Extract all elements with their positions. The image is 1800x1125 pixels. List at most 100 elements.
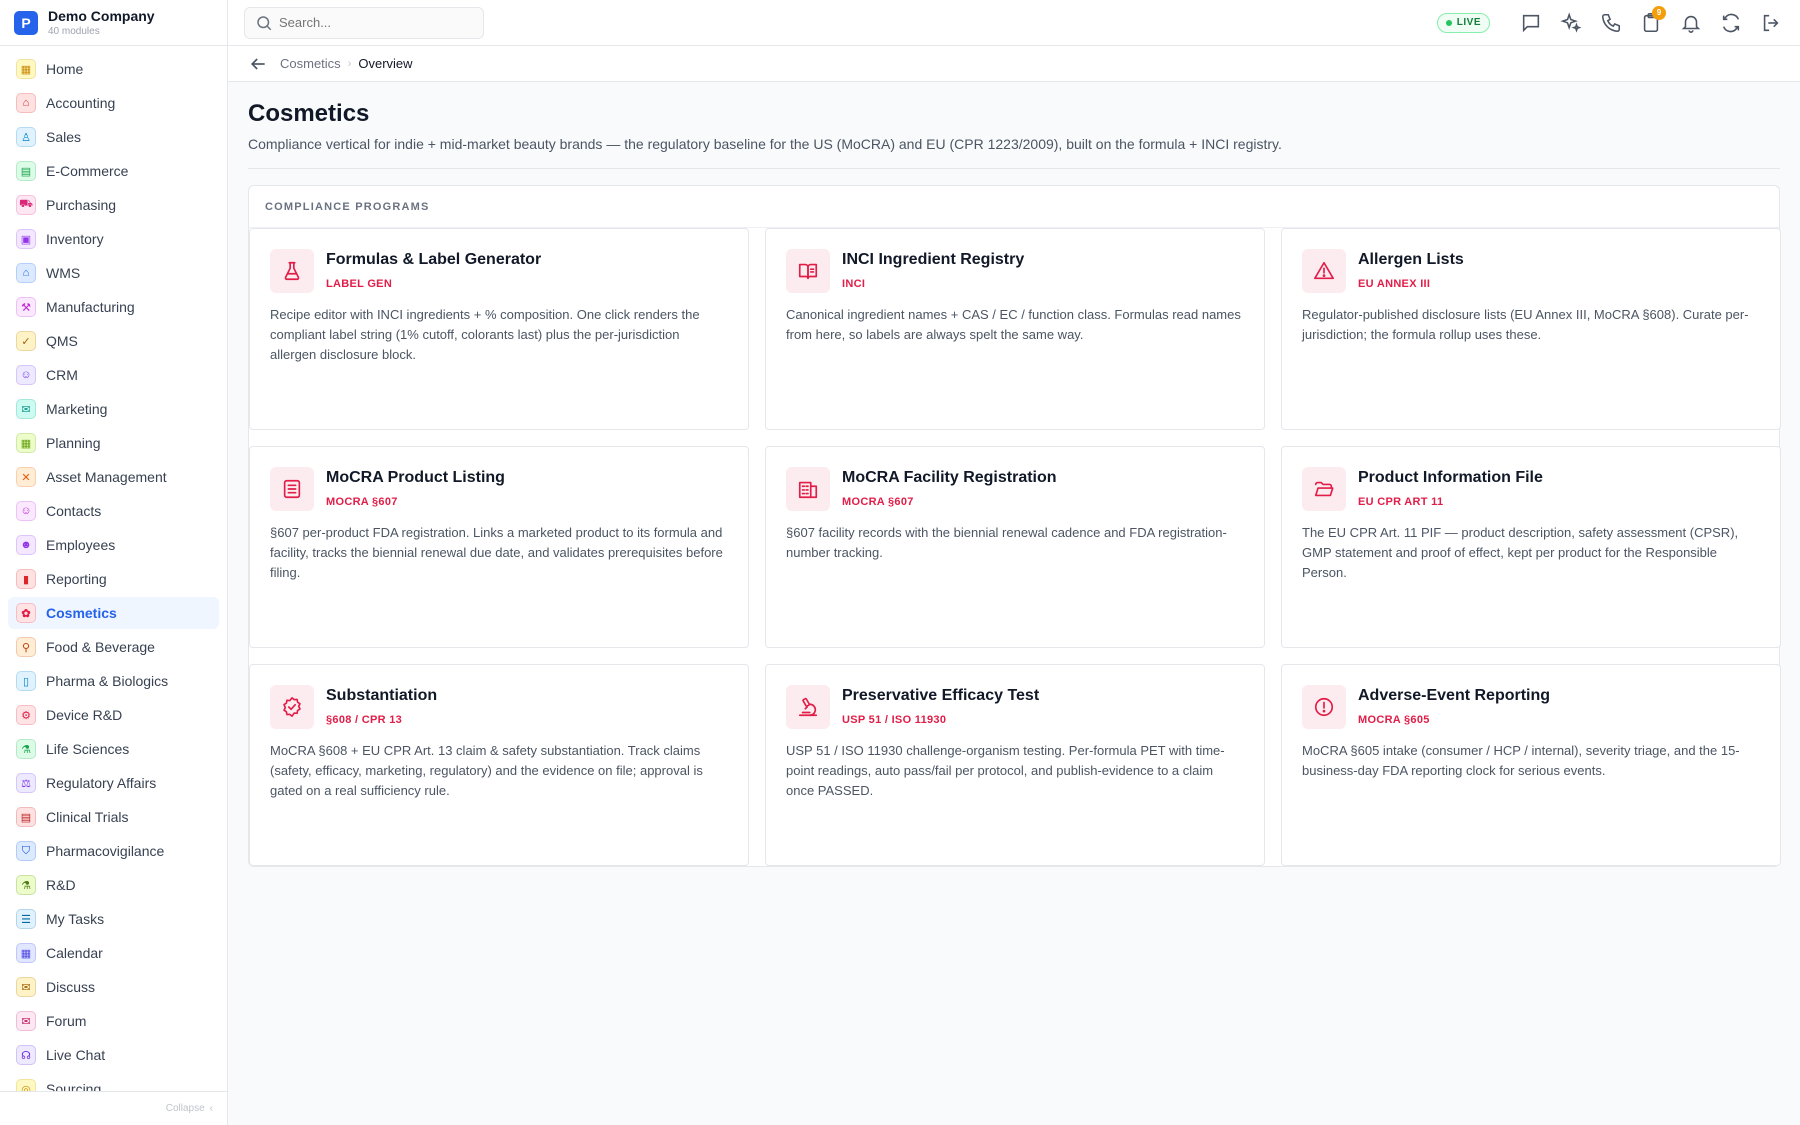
search-box[interactable] [244, 6, 484, 39]
sidebar-item-inventory[interactable]: ▣ Inventory [8, 223, 219, 255]
sidebar-item-label: Pharma & Biologics [46, 673, 169, 689]
calendar-plan-icon: ▦ [16, 433, 36, 453]
sidebar-item-clinical-trials[interactable]: ▤ Clinical Trials [8, 801, 219, 833]
sync-icon[interactable] [1718, 10, 1744, 36]
sidebar-item-sourcing[interactable]: ◎ Sourcing [8, 1073, 219, 1091]
notification-count-badge: 9 [1652, 5, 1666, 20]
sidebar-item-label: Reporting [46, 571, 107, 587]
panel-header: COMPLIANCE PROGRAMS [249, 186, 1779, 228]
back-arrow-icon[interactable] [248, 54, 268, 74]
sidebar-item-reporting[interactable]: ▮ Reporting [8, 563, 219, 595]
breadcrumb-separator-icon: › [347, 57, 352, 70]
program-card[interactable]: Preservative Efficacy Test USP 51 / ISO 1… [765, 664, 1265, 866]
sidebar-item-purchasing[interactable]: ⛟ Purchasing [8, 189, 219, 221]
bell-icon[interactable] [1678, 10, 1704, 36]
sidebar-item-label: Food & Beverage [46, 639, 155, 655]
sidebar-item-cosmetics[interactable]: ✿ Cosmetics [8, 597, 219, 629]
sidebar-item-my-tasks[interactable]: ☰ My Tasks [8, 903, 219, 935]
list-icon [270, 467, 314, 511]
sidebar-item-wms[interactable]: ⌂ WMS [8, 257, 219, 289]
card-title: Adverse-Event Reporting [1358, 687, 1551, 704]
chat-bubble-icon[interactable] [1518, 10, 1544, 36]
sidebar-item-food-beverage[interactable]: ⚲ Food & Beverage [8, 631, 219, 663]
card-header: MoCRA Facility Registration MOCRA §607 [786, 467, 1244, 511]
card-title: INCI Ingredient Registry [842, 251, 1025, 268]
program-card[interactable]: Adverse-Event Reporting MOCRA §605 MoCRA §… [1281, 664, 1781, 866]
sparkles-icon[interactable] [1558, 10, 1584, 36]
sidebar-item-asset-management[interactable]: ✕ Asset Management [8, 461, 219, 493]
sidebar-item-live-chat[interactable]: ☊ Live Chat [8, 1039, 219, 1071]
sidebar-item-label: R&D [46, 877, 76, 893]
microscope-icon [786, 685, 830, 729]
card-description: Canonical ingredient names + CAS / EC / … [786, 307, 1241, 342]
sidebar-item-manufacturing[interactable]: ⚒ Manufacturing [8, 291, 219, 323]
sidebar-item-crm[interactable]: ☺ CRM [8, 359, 219, 391]
sidebar-item-planning[interactable]: ▦ Planning [8, 427, 219, 459]
program-card[interactable]: Product Information File EU CPR ART 11 The… [1281, 446, 1781, 648]
card-tag: INCI [842, 278, 866, 290]
sidebar-item-pharma-biologics[interactable]: ▯ Pharma & Biologics [8, 665, 219, 697]
card-tag: EU ANNEX III [1358, 278, 1431, 290]
brand[interactable]: P Demo Company 40 modules [0, 0, 227, 46]
employees-icon: ☻ [16, 535, 36, 555]
sidebar-item-label: Planning [46, 435, 101, 451]
sidebar-item-label: Purchasing [46, 197, 117, 213]
program-card[interactable]: INCI Ingredient Registry INCI Canonical in… [765, 228, 1265, 430]
cart-icon: ⛟ [16, 195, 36, 215]
sidebar-item-forum[interactable]: ✉ Forum [8, 1005, 219, 1037]
sidebar-item-device-r-d[interactable]: ⚙ Device R&D [8, 699, 219, 731]
program-card[interactable]: MoCRA Facility Registration MOCRA §607 §60… [765, 446, 1265, 648]
card-tag: USP 51 / ISO 11930 [842, 714, 947, 726]
sidebar-item-sales[interactable]: ♙ Sales [8, 121, 219, 153]
headset-icon: ☊ [16, 1045, 36, 1065]
sidebar-item-label: Life Sciences [46, 741, 130, 757]
program-card[interactable]: MoCRA Product Listing MOCRA §607 §607 per-… [249, 446, 749, 648]
card-description: §607 facility records with the biennial … [786, 525, 1227, 560]
box-icon: ▣ [16, 229, 36, 249]
badge-check-icon: ✓ [16, 331, 36, 351]
top-bar: LIVE 9 [228, 0, 1800, 46]
sidebar-item-qms[interactable]: ✓ QMS [8, 325, 219, 357]
search-input[interactable] [279, 15, 459, 30]
sidebar-item-home[interactable]: ▦ Home [8, 53, 219, 85]
live-label: LIVE [1456, 17, 1481, 28]
phone-icon[interactable] [1598, 10, 1624, 36]
sidebar-item-employees[interactable]: ☻ Employees [8, 529, 219, 561]
program-card[interactable]: Substantiation §608 / CPR 13 MoCRA §608 + … [249, 664, 749, 866]
card-title: Preservative Efficacy Test [842, 687, 1040, 704]
forum-icon: ✉ [16, 1011, 36, 1031]
sidebar-item-label: Cosmetics [46, 605, 117, 621]
users-icon: ☺ [16, 365, 36, 385]
chat-icon: ✉ [16, 977, 36, 997]
sidebar-item-calendar[interactable]: ▦ Calendar [8, 937, 219, 969]
sidebar-item-label: Forum [46, 1013, 87, 1029]
sidebar-item-pharmacovigilance[interactable]: ⛉ Pharmacovigilance [8, 835, 219, 867]
card-description: The EU CPR Art. 11 PIF — product descrip… [1302, 525, 1739, 580]
sidebar-item-label: Pharmacovigilance [46, 843, 165, 859]
program-card[interactable]: Formulas & Label Generator LABEL GEN Recip… [249, 228, 749, 430]
card-title: MoCRA Product Listing [326, 469, 505, 486]
card-header: Allergen Lists EU ANNEX III [1302, 249, 1760, 293]
collapse-button[interactable]: Collapse ‹ [0, 1091, 227, 1125]
sidebar-item-accounting[interactable]: ⌂ Accounting [8, 87, 219, 119]
program-card[interactable]: Allergen Lists EU ANNEX III Regulator-publ… [1281, 228, 1781, 430]
breadcrumb-parent[interactable]: Cosmetics [280, 56, 341, 71]
card-tag: MOCRA §605 [1358, 714, 1430, 726]
sidebar-item-label: E-Commerce [46, 163, 129, 179]
card-title: Substantiation [326, 687, 438, 704]
sidebar-item-label: Clinical Trials [46, 809, 129, 825]
logout-icon[interactable] [1758, 10, 1784, 36]
clipboard-notification-icon[interactable]: 9 [1638, 5, 1666, 36]
card-title: Product Information File [1358, 469, 1543, 486]
sidebar-item-e-commerce[interactable]: ▤ E-Commerce [8, 155, 219, 187]
sidebar-item-r-d[interactable]: ⚗ R&D [8, 869, 219, 901]
collapse-label: Collapse [165, 1103, 205, 1114]
sidebar-item-marketing[interactable]: ✉ Marketing [8, 393, 219, 425]
sidebar-item-regulatory-affairs[interactable]: ⚖ Regulatory Affairs [8, 767, 219, 799]
brand-module-count: 40 modules [48, 26, 100, 37]
chevron-left-icon: ‹ [209, 1103, 213, 1114]
sidebar-item-contacts[interactable]: ☺ Contacts [8, 495, 219, 527]
sidebar-item-life-sciences[interactable]: ⚗ Life Sciences [8, 733, 219, 765]
flask-icon: ⚗ [16, 875, 36, 895]
sidebar-item-discuss[interactable]: ✉ Discuss [8, 971, 219, 1003]
